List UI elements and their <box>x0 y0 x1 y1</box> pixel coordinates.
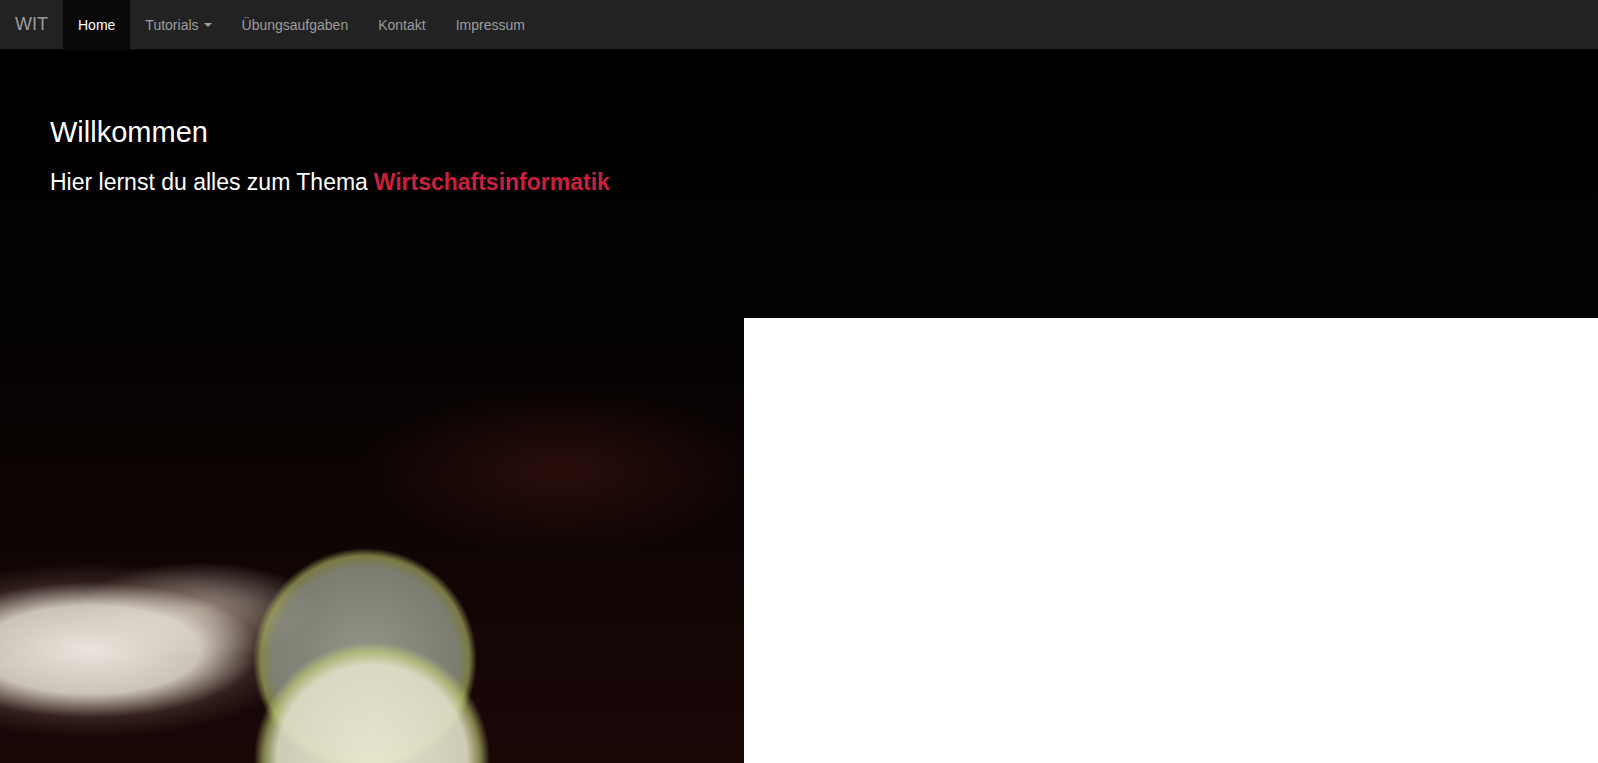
nav-link[interactable]: Übungsaufgaben <box>227 0 364 49</box>
brand-link[interactable]: WIT <box>0 0 63 49</box>
nav-item: Kontakt <box>363 0 440 49</box>
navbar: WIT Home Tutorials Übungsaufgaben Kontakt Im… <box>0 0 1598 50</box>
nav-label: Kontakt <box>378 17 425 33</box>
highlight-text: Wirtschaftsinformatik <box>374 169 610 195</box>
nav-item: Übungsaufgaben <box>227 0 364 49</box>
nav-link[interactable]: Home <box>63 0 130 49</box>
hero-title: Willkommen <box>50 116 1548 149</box>
nav-label: Übungsaufgaben <box>242 17 349 33</box>
hero: Willkommen Hier lernst du alles zum Them… <box>0 50 1598 763</box>
nav-item: Impressum <box>441 0 540 49</box>
nav-link[interactable]: Kontakt <box>363 0 440 49</box>
caret-icon <box>204 23 212 27</box>
nav-label: Home <box>78 17 115 33</box>
nav-link[interactable]: Tutorials <box>130 0 226 49</box>
nav-link[interactable]: Impressum <box>441 0 540 49</box>
hero-subtitle: Hier lernst du alles zum ThemaWirtschaft… <box>50 169 1548 196</box>
nav-label: Impressum <box>456 17 525 33</box>
nav-item: Tutorials <box>130 0 226 49</box>
subtitle-text: Hier lernst du alles zum Thema <box>50 169 368 195</box>
nav-menu: Home Tutorials Übungsaufgaben Kontakt Impres… <box>63 0 540 49</box>
nav-item: Home <box>63 0 130 49</box>
nav-label: Tutorials <box>145 17 198 33</box>
